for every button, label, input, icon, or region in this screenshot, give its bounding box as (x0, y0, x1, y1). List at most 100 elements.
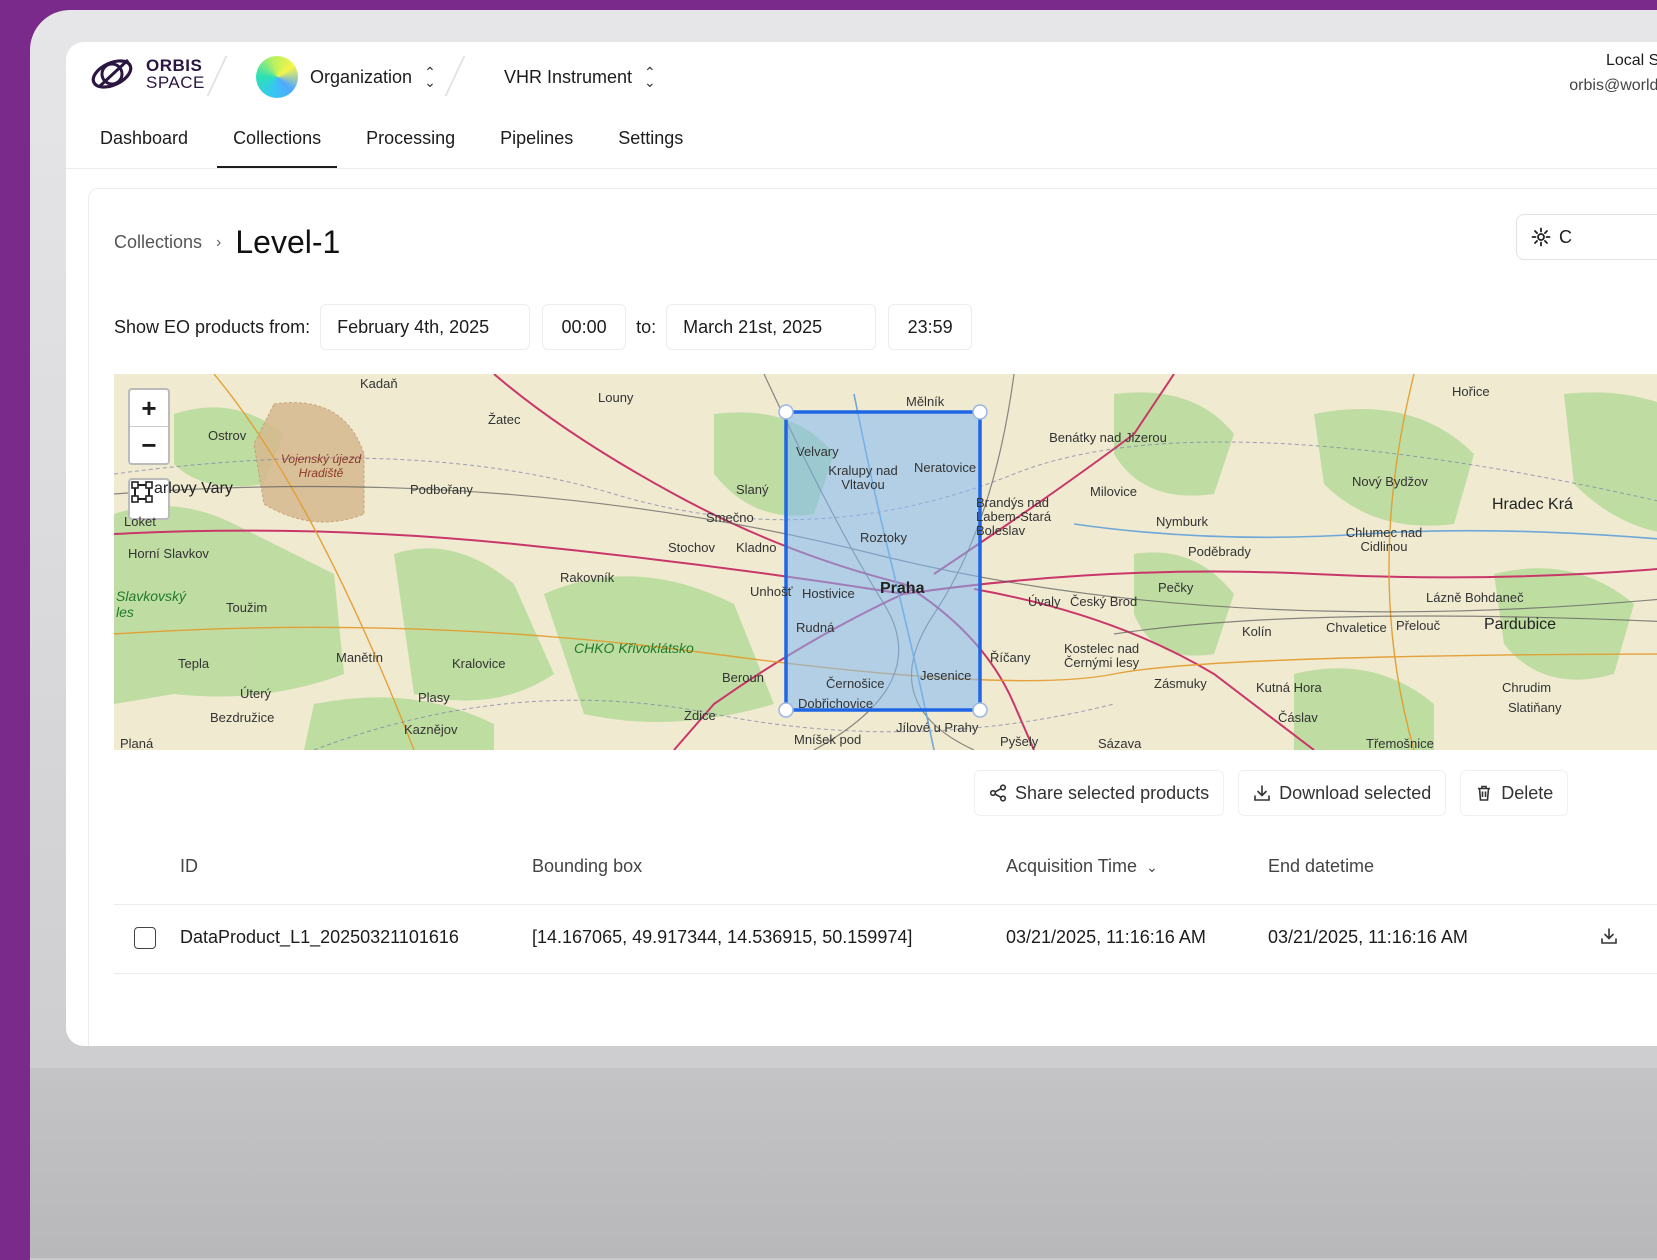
download-selected-button[interactable]: Download selected (1238, 770, 1447, 816)
map-label: Kolín (1242, 624, 1272, 639)
from-time-input[interactable]: 00:00 (542, 304, 627, 350)
map-basemap (114, 374, 1657, 750)
tab-settings[interactable]: Settings (618, 124, 683, 168)
column-header-bounding-box[interactable]: Bounding box (532, 856, 642, 877)
chevron-down-icon: ⌄ (1146, 859, 1158, 875)
brand-wordmark: ORBIS SPACE (146, 57, 205, 91)
map-label: Pečky (1158, 580, 1194, 595)
map-label: Chlumec nad Cidlinou (1345, 525, 1423, 554)
map-label: Podbořany (410, 482, 473, 497)
map-label: Loket (124, 514, 156, 529)
organization-switcher[interactable]: Organization ⌃ ⌄ (256, 52, 436, 102)
organization-avatar (256, 56, 298, 98)
map-label: Praha (880, 580, 925, 597)
map-label: Stochov (668, 540, 715, 555)
map-label: Chrudim (1502, 680, 1552, 695)
breadcrumb-separator: › (216, 233, 222, 251)
tab-processing[interactable]: Processing (366, 124, 455, 168)
tab-dashboard[interactable]: Dashboard (100, 124, 188, 168)
map-label: Poděbrady (1188, 544, 1251, 559)
map-label: Horní Slavkov (128, 546, 209, 561)
user-name: Local Supe (1605, 52, 1657, 69)
map-label: Kaznějov (404, 722, 458, 737)
map-label: Hostivice (802, 586, 855, 601)
map-label: Rudná (796, 620, 835, 635)
table-row[interactable]: DataProduct_L1_20250321101616 [14.167065… (114, 904, 1657, 974)
map-label: Úvaly (1028, 594, 1061, 609)
user-menu[interactable]: Local Supe orbis@worldfron (1569, 48, 1657, 98)
delete-selected-label: Delete (1501, 782, 1554, 803)
cell-bounding-box: [14.167065, 49.917344, 14.536915, 50.159… (532, 927, 913, 947)
bulk-actions: Share selected products Download selecte… (974, 770, 1569, 816)
map-label: Smečno (706, 510, 754, 525)
row-checkbox[interactable] (134, 927, 156, 949)
cell-id: DataProduct_L1_20250321101616 (180, 927, 459, 947)
app-window: ORBIS SPACE Organization ⌃ ⌄ VHR Instrume… (66, 42, 1657, 1046)
map-label: Kralovice (452, 656, 506, 671)
map-label: Neratovice (914, 460, 977, 475)
main-nav: Dashboard Collections Processing Pipelin… (100, 124, 728, 169)
column-header-acquisition-time[interactable]: Acquisition Time ⌄ (1006, 856, 1158, 877)
brand-line2: SPACE (146, 73, 205, 92)
map-label: Úterý (240, 686, 272, 701)
zoom-in-button[interactable]: + (130, 390, 168, 426)
map-label: Milovice (1090, 484, 1137, 499)
share-icon (989, 784, 1007, 802)
to-date-picker[interactable]: March 21st, 2025 (666, 304, 877, 350)
map-label: Zásmuky (1154, 676, 1207, 691)
map-label: Přelouč (1396, 618, 1441, 633)
zoom-out-button[interactable]: − (130, 426, 168, 463)
map-label: Kostelec nad Černými lesy (1064, 641, 1140, 670)
from-date-picker[interactable]: February 4th, 2025 (320, 304, 531, 350)
cell-end-datetime: 03/21/2025, 11:16:16 AM (1268, 927, 1468, 947)
column-header-id[interactable]: ID (180, 856, 198, 877)
map-label: Třemošnice (1366, 736, 1434, 750)
breadcrumb-collections-link[interactable]: Collections (114, 232, 202, 253)
map-label: Unhošť (750, 584, 793, 599)
map-label: Nový Bydžov (1352, 474, 1428, 489)
map-label: Žatec (488, 412, 521, 427)
map-label: Ostrov (208, 428, 247, 443)
map-label: Vojenský újezd Hradiště (280, 452, 362, 480)
laptop-base (30, 1068, 1657, 1258)
brand-line1: ORBIS (146, 56, 203, 75)
map-label: Kadaň (360, 376, 398, 391)
map-label: Pyšely (1000, 734, 1039, 749)
date-range-label: Show EO products from: (114, 316, 311, 337)
organization-label: Organization (310, 66, 413, 87)
column-header-end-datetime[interactable]: End datetime (1268, 856, 1374, 877)
download-icon[interactable] (1600, 927, 1618, 945)
page-title: Level-1 (235, 224, 341, 260)
to-time-input[interactable]: 23:59 (888, 304, 973, 350)
map-label: Rakovník (560, 570, 615, 585)
map-label: Mníšek pod (794, 732, 862, 747)
map-view[interactable]: + − Kadaň Louny Mělník Hořice Žatec Ostr… (114, 374, 1657, 750)
map-label: Jesenice (920, 668, 972, 683)
map-label: Roztoky (860, 530, 907, 545)
map-label: Brandýs nad Labem-Stará Boleslav (976, 495, 1052, 538)
tab-pipelines[interactable]: Pipelines (500, 124, 573, 168)
header-divider (206, 56, 228, 96)
map-label: Louny (598, 390, 634, 405)
brand-logo[interactable]: ORBIS SPACE (88, 52, 205, 96)
map-label: Planá (120, 736, 154, 750)
map-label: Nymburk (1156, 514, 1209, 529)
map-label: Čáslav (1278, 710, 1318, 725)
share-selected-button[interactable]: Share selected products (974, 770, 1225, 816)
map-label: Český Brod (1070, 594, 1138, 609)
configure-button[interactable]: C (1516, 214, 1657, 260)
cell-acquisition-time: 03/21/2025, 11:16:16 AM (1006, 927, 1206, 947)
column-header-acquisition-label: Acquisition Time (1006, 856, 1138, 876)
tab-collections[interactable]: Collections (217, 124, 338, 169)
download-selected-label: Download selected (1279, 782, 1432, 803)
map-label: Benátky nad Jizerou (1049, 430, 1167, 445)
map-label: Slavkovský les (116, 588, 187, 620)
zoom-control: + − (128, 388, 170, 465)
map-label: Slaný (736, 482, 769, 497)
delete-selected-button[interactable]: Delete (1460, 770, 1569, 816)
to-label: to: (636, 316, 657, 337)
map-label: Hradec Krá (1492, 496, 1573, 513)
instrument-label: VHR Instrument (504, 66, 633, 87)
date-range-filter: Show EO products from: February 4th, 202… (114, 304, 973, 350)
instrument-switcher[interactable]: VHR Instrument ⌃ ⌄ (504, 52, 656, 102)
